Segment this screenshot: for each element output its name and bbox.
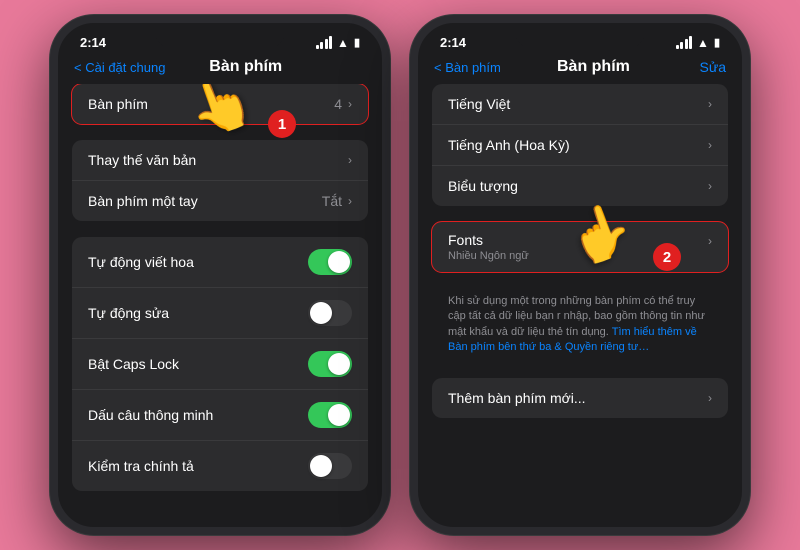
chevron-icon: › [708, 179, 712, 193]
time-2: 2:14 [440, 35, 466, 50]
toggles-section: Tự động viết hoa Tự động sửa Bật Caps Lo… [72, 237, 368, 491]
toggle-tudongsu[interactable] [308, 300, 352, 326]
item-right: › [348, 153, 352, 167]
chevron-icon: › [348, 153, 352, 167]
wifi-icon: ▲ [337, 36, 349, 50]
toggle-daucauthongminh[interactable] [308, 402, 352, 428]
nav-title-2: Bàn phím [557, 58, 630, 76]
back-button-1[interactable]: < Cài đặt chung [74, 60, 165, 75]
add-section: Thêm bàn phím mới... › [432, 378, 728, 418]
nav-bar-2: < Bàn phím Bàn phím Sửa [418, 54, 742, 84]
item-label: Thêm bàn phím mới... [448, 390, 586, 406]
list-item-tudongsu[interactable]: Tự động sửa [72, 288, 368, 339]
item-label: Tiếng Việt [448, 96, 510, 112]
item-label: Tự động viết hoa [88, 254, 194, 270]
item-label: Kiểm tra chính tả [88, 458, 194, 474]
status-bar-1: 2:14 ▲ ▮ [58, 23, 382, 54]
phone-2: 2:14 ▲ ▮ < Bàn phím Bàn phím Sửa Tiếng V… [410, 15, 750, 535]
signal-icon [316, 36, 333, 49]
back-button-2[interactable]: < Bàn phím [434, 60, 501, 75]
text-section: Thay thế văn bản › Bàn phím một tay Tắt … [72, 140, 368, 221]
content-1: Bàn phím 4 › 👆 1 Thay thế văn bản [58, 84, 382, 527]
list-item-add[interactable]: Thêm bàn phím mới... › [432, 378, 728, 418]
status-bar-2: 2:14 ▲ ▮ [418, 23, 742, 54]
item-label: Biểu tượng [448, 178, 518, 194]
hand-pointer-1: 👆 [181, 84, 260, 142]
time-1: 2:14 [80, 35, 106, 50]
list-item-thaythevb[interactable]: Thay thế văn bản › [72, 140, 368, 181]
item-label: Tự động sửa [88, 305, 169, 321]
signal-icon-2 [676, 36, 693, 49]
list-item-tienganh[interactable]: Tiếng Anh (Hoa Kỳ) › [432, 125, 728, 166]
list-item-daucauthongminh[interactable]: Dấu câu thông minh [72, 390, 368, 441]
chevron-icon: › [348, 97, 352, 111]
status-icons-1: ▲ ▮ [316, 36, 360, 50]
list-item-batcapslock[interactable]: Bật Caps Lock [72, 339, 368, 390]
item-label: Tiếng Anh (Hoa Kỳ) [448, 137, 570, 153]
list-item-tudongviethoa[interactable]: Tự động viết hoa [72, 237, 368, 288]
phone-1: 2:14 ▲ ▮ < Cài đặt chung Bàn phím Bàn ph… [50, 15, 390, 535]
item-right: 4 › [334, 96, 352, 112]
item-right: Tắt › [322, 193, 352, 209]
item-label: Thay thế văn bản [88, 152, 196, 168]
nav-bar-1: < Cài đặt chung Bàn phím [58, 54, 382, 84]
list-item-kiemtachinhta[interactable]: Kiểm tra chính tả [72, 441, 368, 491]
list-item-bieuthuong[interactable]: Biểu tượng › [432, 166, 728, 206]
battery-icon-2: ▮ [714, 36, 720, 49]
chevron-icon: › [708, 97, 712, 111]
fonts-text-container: Fonts Nhiều Ngôn ngữ [448, 232, 529, 262]
chevron-icon: › [348, 194, 352, 208]
battery-icon: ▮ [354, 36, 360, 49]
wifi-icon-2: ▲ [697, 36, 709, 50]
toggle-batcapslock[interactable] [308, 351, 352, 377]
content-2: Tiếng Việt › Tiếng Anh (Hoa Kỳ) › Biểu t… [418, 84, 742, 527]
fonts-sublabel: Nhiều Ngôn ngữ [448, 250, 529, 262]
nav-title-1: Bàn phím [209, 58, 282, 76]
info-link[interactable]: Tìm hiểu thêm về Bàn phím bên thứ ba & Q… [448, 326, 697, 353]
chevron-icon: › [708, 138, 712, 152]
chevron-icon: › [708, 391, 712, 405]
nav-action-2[interactable]: Sửa [686, 59, 726, 75]
list-item-tiengviet[interactable]: Tiếng Việt › [432, 84, 728, 125]
toggle-kiemtachinhta[interactable] [308, 453, 352, 479]
step-badge-2: 2 [653, 243, 681, 271]
info-text: Khi sử dụng một trong những bàn phím có … [432, 288, 728, 362]
status-icons-2: ▲ ▮ [676, 36, 720, 50]
keyboards-section-2: Tiếng Việt › Tiếng Anh (Hoa Kỳ) › Biểu t… [432, 84, 728, 206]
item-label: Bật Caps Lock [88, 356, 179, 372]
info-section: Khi sử dụng một trong những bàn phím có … [432, 288, 728, 362]
step-badge-1: 1 [268, 110, 296, 138]
toggle-tudongviethoa[interactable] [308, 249, 352, 275]
item-label: Bàn phím [88, 96, 148, 112]
fonts-label: Fonts [448, 232, 529, 248]
list-item-banphimmottay[interactable]: Bàn phím một tay Tắt › [72, 181, 368, 221]
item-label: Bàn phím một tay [88, 193, 198, 209]
chevron-icon: › [708, 234, 712, 248]
item-label: Dấu câu thông minh [88, 407, 213, 423]
